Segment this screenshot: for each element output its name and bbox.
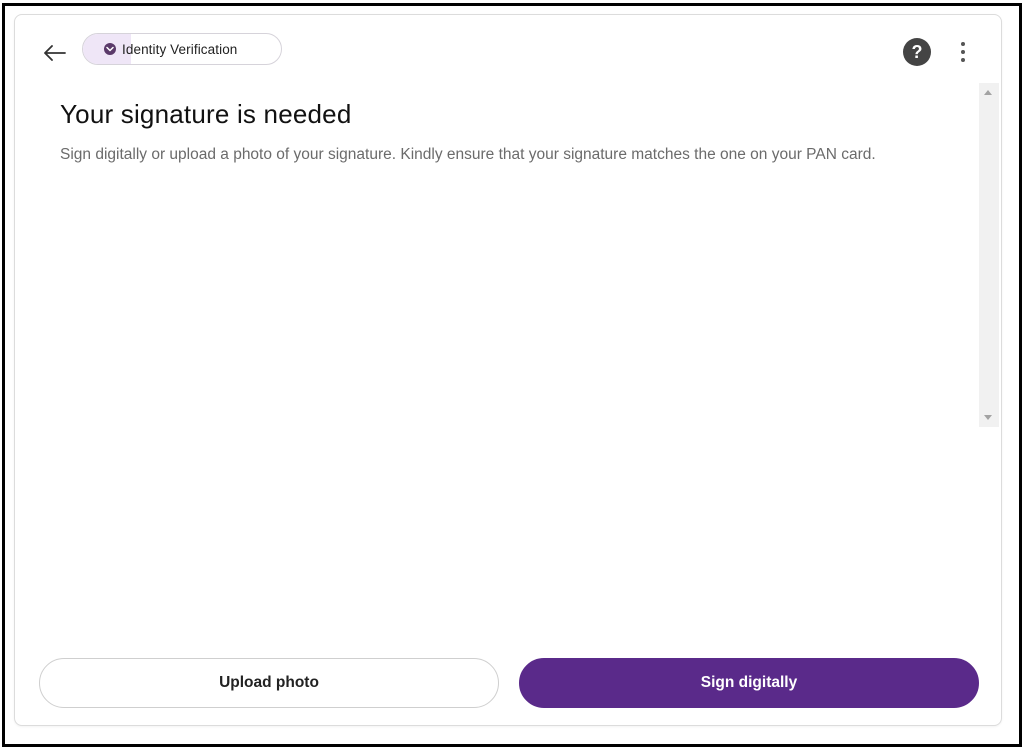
page-description: Sign digitally or upload a photo of your… <box>60 146 876 163</box>
chip-label: Identity Verification <box>122 41 238 57</box>
more-vertical-icon-dot <box>961 58 965 62</box>
arrow-left-icon <box>44 45 66 61</box>
upload-photo-button[interactable]: Upload photo <box>39 658 499 708</box>
scroll-down-arrow-icon[interactable] <box>984 415 992 420</box>
more-vertical-icon-dot <box>961 50 965 54</box>
page-title: Your signature is needed <box>60 99 352 129</box>
help-button[interactable]: ? <box>903 38 931 66</box>
scroll-up-arrow-icon[interactable] <box>984 90 992 95</box>
vertical-scrollbar[interactable] <box>979 83 999 427</box>
identity-verification-chip[interactable]: Identity Verification <box>82 33 282 65</box>
verification-card: Identity Verification ? Your signature i… <box>14 14 1002 726</box>
more-options-button[interactable] <box>953 37 973 67</box>
chevron-down-circle-icon <box>104 43 116 55</box>
sign-digitally-button[interactable]: Sign digitally <box>519 658 979 708</box>
help-circle-icon: ? <box>911 41 923 62</box>
more-vertical-icon <box>961 42 965 46</box>
back-button[interactable] <box>42 40 68 66</box>
screenshot-frame: Identity Verification ? Your signature i… <box>2 3 1022 747</box>
